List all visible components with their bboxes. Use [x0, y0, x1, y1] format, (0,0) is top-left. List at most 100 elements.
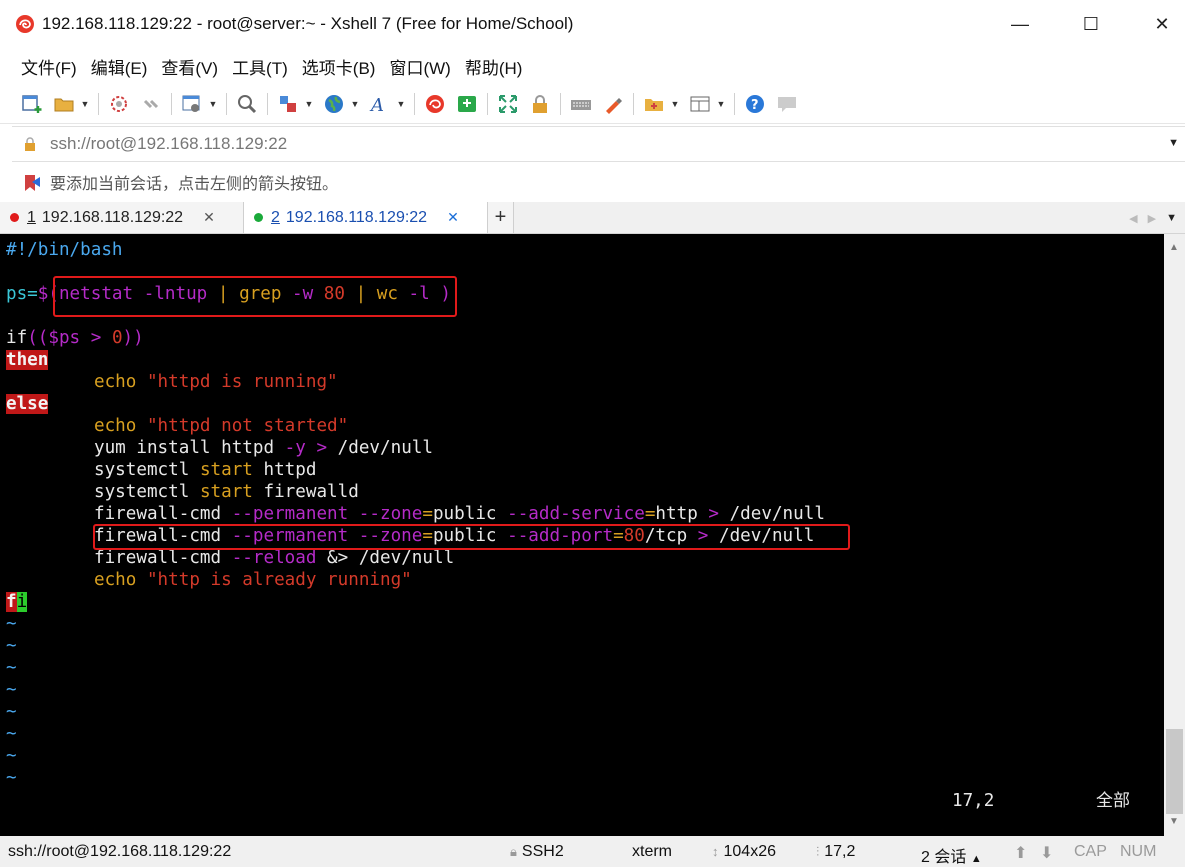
xshell-icon[interactable]: [423, 92, 447, 116]
layout-icon[interactable]: [688, 92, 712, 116]
highlight-box: [53, 276, 457, 317]
chevron-down-icon[interactable]: ▼: [80, 92, 90, 116]
scrollbar-thumb[interactable]: [1166, 729, 1183, 814]
upload-icon[interactable]: ⬆: [1014, 843, 1027, 863]
chevron-down-icon[interactable]: ▼: [208, 92, 218, 116]
empty-line-tilde: ~: [6, 724, 17, 744]
maximize-button[interactable]: ☐: [1068, 0, 1114, 48]
chevron-down-icon[interactable]: ▼: [304, 92, 314, 116]
menu-tools[interactable]: 工具(T): [232, 54, 288, 79]
menu-tabs[interactable]: 选项卡(B): [302, 54, 376, 79]
close-icon[interactable]: ✕: [447, 209, 459, 226]
toolbar-separator: [487, 92, 488, 115]
toolbar-separator: [560, 92, 561, 115]
terminal-line: systemctl start firewalld: [94, 482, 359, 502]
terminal-line: echo "httpd not started": [94, 416, 349, 436]
terminal-line: echo "http is already running": [94, 570, 412, 590]
chevron-down-icon[interactable]: ▼: [350, 92, 360, 116]
add-tab-button[interactable]: +: [488, 202, 514, 233]
terminal-line: echo "httpd is running": [94, 372, 338, 392]
svg-text:?: ?: [751, 98, 759, 113]
menu-view[interactable]: 查看(V): [161, 54, 218, 79]
status-numlock: NUM: [1120, 843, 1157, 860]
menu-file[interactable]: 文件(F): [21, 54, 77, 79]
menu-help[interactable]: 帮助(H): [465, 54, 523, 79]
terminal-line: else: [6, 393, 49, 415]
toolbar-separator: [226, 92, 227, 115]
empty-line-tilde: ~: [6, 746, 17, 766]
font-icon[interactable]: A: [368, 92, 392, 116]
empty-line-tilde: ~: [6, 680, 17, 700]
close-button[interactable]: ✕: [1139, 0, 1185, 48]
status-protocol: 🔒︎ SSH2: [510, 843, 564, 860]
terminal-line: then: [6, 349, 49, 371]
window-title: 192.168.118.129:22 - root@server:~ - Xsh…: [42, 14, 574, 33]
cursor-position-ruler: 17,2: [952, 791, 995, 811]
status-bar: ssh://root@192.168.118.129:22 🔒︎ SSH2 xte…: [0, 836, 1185, 867]
menu-bar: 文件(F) 编辑(E) 查看(V) 工具(T) 选项卡(B) 窗口(W) 帮助(…: [0, 48, 1185, 84]
chevron-down-icon[interactable]: ▼: [396, 92, 406, 116]
bookmark-arrow-icon[interactable]: [22, 171, 44, 193]
view-position: 全部: [1096, 791, 1130, 811]
menu-edit[interactable]: 编辑(E): [91, 54, 148, 79]
status-caps: CAP: [1074, 843, 1107, 860]
chevron-left-icon[interactable]: ◀: [1129, 212, 1137, 225]
tab-label: 192.168.118.129:22: [41, 208, 184, 226]
empty-line-tilde: ~: [6, 702, 17, 722]
toolbar: ▼ ▼ ▼ ▼ A ▼ ▼ ▼ ?: [0, 84, 1185, 124]
lock-icon[interactable]: [528, 92, 552, 116]
scroll-up-icon[interactable]: ▲: [1169, 242, 1179, 253]
empty-line-tilde: ~: [6, 768, 17, 788]
empty-line-tilde: ~: [6, 636, 17, 656]
cursor-icon: ⫶: [816, 844, 820, 859]
keyword-then: then: [6, 350, 49, 370]
address-bar[interactable]: ssh://root@192.168.118.129:22 ▼: [12, 126, 1185, 162]
connect-icon[interactable]: [107, 92, 131, 116]
chat-icon[interactable]: [775, 92, 799, 116]
terminal-area[interactable]: #!/bin/bash ps=$(netstat -lntup | grep -…: [0, 234, 1164, 836]
toolbar-separator: [171, 92, 172, 115]
properties-icon[interactable]: [180, 92, 204, 116]
help-icon[interactable]: ?: [743, 92, 767, 116]
xshell-logo-icon: [16, 15, 34, 33]
chevron-down-icon[interactable]: ▼: [1166, 212, 1177, 224]
terminal-line: if(($ps > 0)): [6, 328, 144, 348]
search-icon[interactable]: [235, 92, 259, 116]
disconnect-icon[interactable]: [139, 92, 163, 116]
empty-line-tilde: ~: [6, 614, 17, 634]
terminal-line: fi: [6, 592, 28, 612]
terminal-line: yum install httpd -y > /dev/null: [94, 438, 433, 458]
globe-icon[interactable]: [322, 92, 346, 116]
keyword-else: else: [6, 394, 49, 414]
tab-session-1[interactable]: 1 192.168.118.129:22 ✕: [0, 202, 244, 233]
session-hint-bar: 要添加当前会话，点击左侧的箭头按钮。: [12, 164, 1185, 200]
empty-line-tilde: ~: [6, 658, 17, 678]
scroll-down-icon[interactable]: ▼: [1169, 816, 1179, 827]
close-icon[interactable]: ✕: [203, 209, 215, 226]
vertical-scrollbar[interactable]: ▲ ▼: [1164, 234, 1185, 836]
toolbar-separator: [98, 92, 99, 115]
address-input[interactable]: ssh://root@192.168.118.129:22: [50, 134, 287, 154]
terminal-line: firewall-cmd --reload &> /dev/null: [94, 548, 455, 568]
new-folder-icon[interactable]: [642, 92, 666, 116]
chevron-right-icon[interactable]: ▶: [1148, 212, 1156, 225]
text-cursor: i: [16, 592, 28, 612]
terminal-line: #!/bin/bash: [6, 240, 123, 260]
chevron-down-icon[interactable]: ▼: [1168, 137, 1179, 149]
new-session-icon[interactable]: [20, 92, 44, 116]
tab-number: 1: [27, 208, 36, 226]
chevron-down-icon[interactable]: ▼: [716, 92, 726, 116]
svg-text:A: A: [369, 95, 384, 115]
chevron-down-icon[interactable]: ▼: [670, 92, 680, 116]
download-icon[interactable]: ⬇: [1040, 843, 1053, 863]
keyboard-icon[interactable]: [569, 92, 593, 116]
tab-session-2[interactable]: 2 192.168.118.129:22 ✕: [244, 202, 488, 233]
highlight-pen-icon[interactable]: [601, 92, 625, 116]
minimize-button[interactable]: —: [997, 0, 1043, 48]
xftp-icon[interactable]: [455, 92, 479, 116]
transfer-icon[interactable]: [276, 92, 300, 116]
menu-window[interactable]: 窗口(W): [389, 54, 450, 79]
open-folder-icon[interactable]: [52, 92, 76, 116]
fullscreen-icon[interactable]: [496, 92, 520, 116]
status-sessions[interactable]: 2 会话 ▲: [921, 843, 982, 867]
